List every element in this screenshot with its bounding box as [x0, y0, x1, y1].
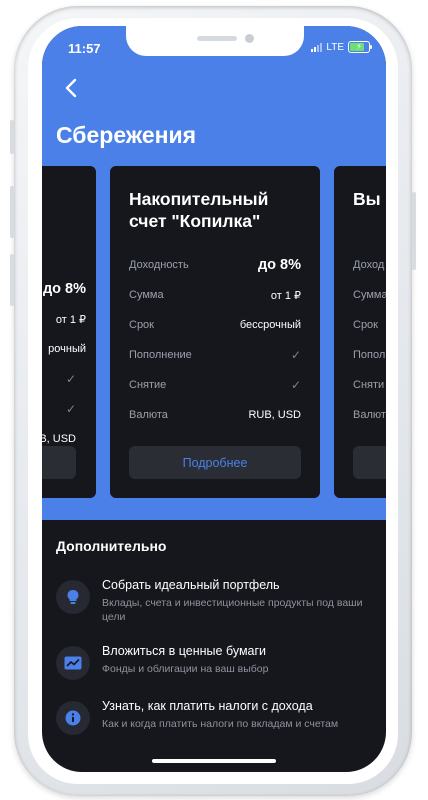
savings-card-previous[interactable]: до 8% от 1 ₽ рочный ✓ ✓ B, USD: [42, 166, 96, 498]
card-value: B, USD: [42, 433, 76, 445]
check-icon: ✓: [290, 378, 301, 392]
network-type: LTE: [326, 41, 344, 53]
row-value: от 1 ₽: [270, 289, 301, 302]
row-label: Валют: [353, 409, 386, 421]
card-title: Накопительный счет "Копилка": [129, 189, 269, 231]
check-icon: ✓: [290, 348, 301, 362]
status-time: 11:57: [68, 41, 101, 56]
item-title: Вложиться в ценные бумаги: [102, 644, 267, 658]
row-label: Пополнение: [129, 349, 192, 361]
card-value: до 8%: [42, 281, 86, 297]
notch: [126, 26, 304, 56]
card-title: Вы: [353, 189, 381, 209]
side-button-left-1: [10, 120, 14, 154]
details-button[interactable]: Подробнее: [129, 446, 301, 479]
list-item-portfolio[interactable]: Собрать идеальный портфель Вклады, счета…: [56, 577, 376, 625]
item-subtitle: Как и когда платить налоги по вкладам и …: [102, 718, 339, 730]
side-button-right: [412, 192, 416, 270]
back-arrow-icon[interactable]: [60, 76, 84, 100]
side-button-left-2: [10, 186, 14, 238]
row-label: Срок: [129, 319, 154, 331]
row-value: до 8%: [257, 257, 301, 273]
row-label: Валюта: [129, 409, 168, 421]
row-label: Сняти: [353, 379, 385, 391]
home-indicator[interactable]: [152, 759, 276, 763]
phone-screen: 11:57 LTE ⚡ Сбережения до 8% от 1 ₽ рочн…: [42, 26, 386, 772]
list-item-taxes[interactable]: Узнать, как платить налоги с дохода Как …: [56, 698, 376, 746]
card-value: от 1 ₽: [55, 313, 86, 326]
savings-card-next[interactable]: Вы Доход Сумма Срок Попол Сняти Валют: [334, 166, 386, 498]
side-button-left-3: [10, 254, 14, 306]
row-label: Срок: [353, 319, 378, 331]
lightbulb-icon: [56, 580, 90, 614]
check-icon: ✓: [65, 402, 76, 416]
item-title: Узнать, как платить налоги с дохода: [102, 699, 313, 713]
row-label: Снятие: [129, 379, 167, 391]
check-icon: ✓: [65, 372, 76, 386]
row-label: Доход: [353, 259, 385, 271]
status-indicators: LTE ⚡: [311, 41, 372, 53]
page-title: Сбережения: [56, 122, 197, 148]
row-label: Доходность: [129, 259, 189, 271]
row-value: RUB, USD: [248, 409, 301, 421]
speaker: [197, 36, 237, 41]
signal-icon: [311, 42, 323, 52]
card-value: рочный: [48, 343, 86, 355]
battery-icon: ⚡: [348, 41, 372, 53]
savings-card-kopilka[interactable]: Накопительный счет "Копилка" Доходность д…: [110, 166, 320, 498]
card-details-button[interactable]: [353, 446, 386, 479]
front-camera: [245, 34, 254, 43]
row-value: бессрочный: [239, 319, 301, 331]
item-subtitle: Фонды и облигации на ваш выбор: [102, 663, 269, 675]
chart-icon: [56, 646, 90, 680]
row-label: Сумма: [353, 289, 386, 301]
list-item-securities[interactable]: Вложиться в ценные бумаги Фонды и облига…: [56, 643, 376, 691]
row-label: Попол: [353, 349, 386, 361]
card-details-button[interactable]: [42, 446, 76, 479]
row-label: Сумма: [129, 289, 164, 301]
item-title: Собрать идеальный портфель: [102, 578, 280, 592]
item-subtitle: Вклады, счета и инвестиционные продукты …: [102, 597, 363, 623]
savings-header: 11:57 LTE ⚡ Сбережения до 8% от 1 ₽ рочн…: [42, 26, 386, 520]
info-icon: [56, 701, 90, 735]
section-title-additional: Дополнительно: [56, 538, 167, 554]
